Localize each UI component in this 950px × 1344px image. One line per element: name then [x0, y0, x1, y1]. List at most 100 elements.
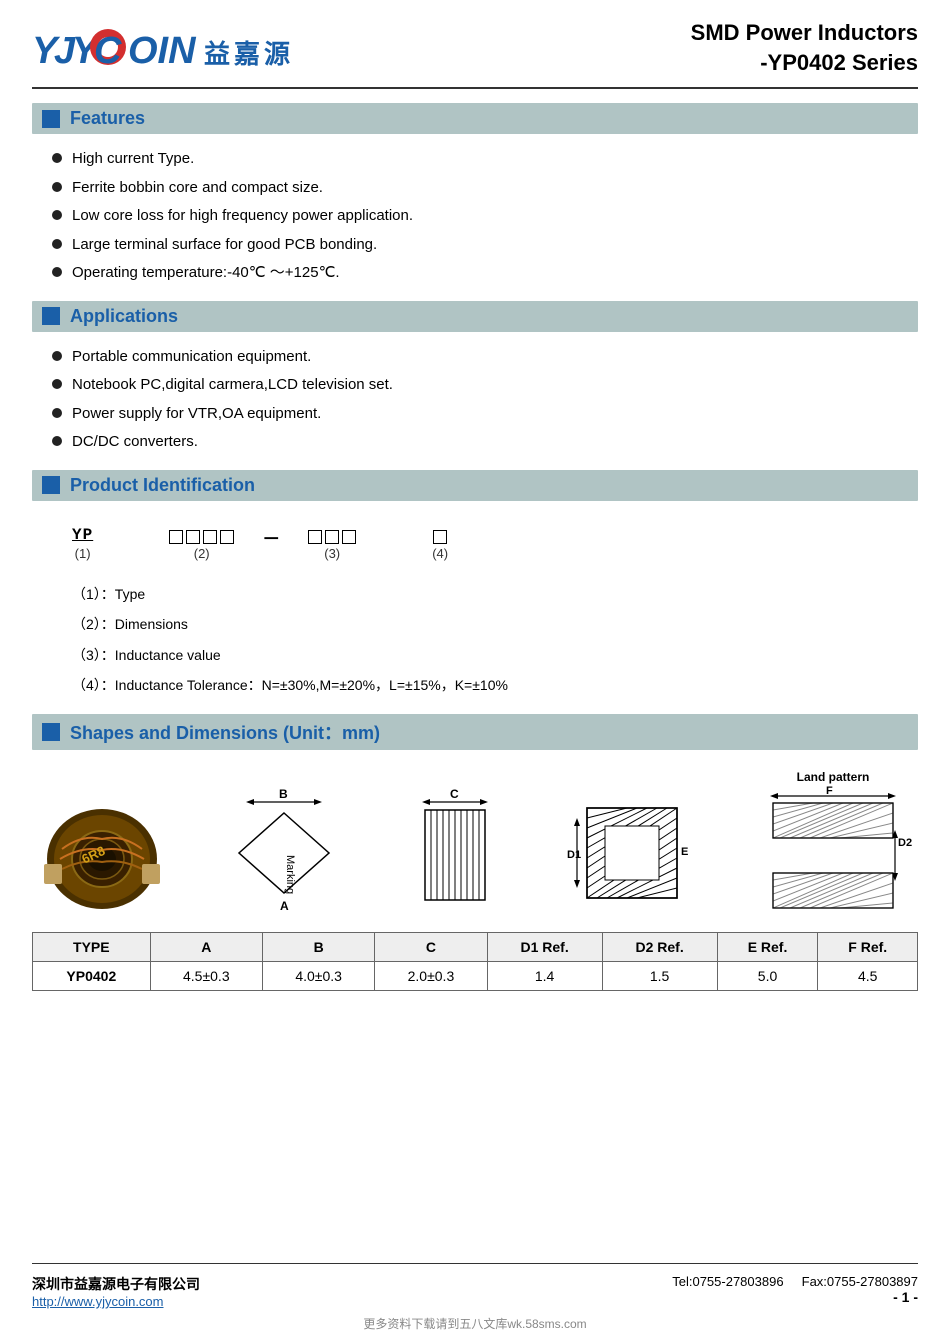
pid-part2: (2)	[169, 530, 234, 561]
part-number-descriptions: （1）：Type （2）：Dimensions （3）：Inductance v…	[72, 583, 918, 705]
pid-part3: (3)	[308, 530, 356, 561]
svg-text:E: E	[681, 846, 688, 858]
col-f: F Ref.	[818, 933, 918, 962]
cell-a: 4.5±0.3	[150, 962, 262, 991]
header-title: SMD Power Inductors -YP0402 Series	[691, 18, 918, 77]
footer-right: Tel:0755-27803896 Fax:0755-27803897 - 1 …	[672, 1274, 918, 1305]
bullet	[52, 210, 62, 220]
land-pattern-label: Land pattern	[758, 770, 908, 784]
cell-d1: 1.4	[487, 962, 602, 991]
col-e: E Ref.	[717, 933, 818, 962]
dimensions-table: TYPE A B C D1 Ref. D2 Ref. E Ref. F Ref.…	[32, 932, 918, 991]
title-line1: SMD Power Inductors	[691, 18, 918, 48]
footer-tel: Tel:0755-27803896	[672, 1274, 783, 1289]
feature-item-2: Ferrite bobbin core and compact size.	[52, 177, 918, 200]
svg-text:D2: D2	[898, 837, 912, 849]
page-footer: 深圳市益嘉源电子有限公司 http://www.yjycoin.com Tel:…	[32, 1263, 918, 1309]
feature-item-1: High current Type.	[52, 148, 918, 171]
bullet	[52, 436, 62, 446]
product-id-section-header: Product Identification	[32, 470, 918, 501]
bullet	[52, 267, 62, 277]
feature-item-5: Operating temperature:-40℃ ～+125℃.	[52, 262, 918, 285]
inductor-photo-svg: 6R8	[42, 804, 162, 914]
pid-part3-num: (3)	[324, 546, 340, 561]
app-item-4: DC/DC converters.	[52, 431, 918, 454]
footer-contact: Tel:0755-27803896 Fax:0755-27803897	[672, 1274, 918, 1289]
cell-b: 4.0±0.3	[262, 962, 374, 991]
cell-c: 2.0±0.3	[375, 962, 487, 991]
applications-section-header: Applications	[32, 301, 918, 332]
pid-dash: －	[262, 525, 280, 561]
pid-part2-num: (2)	[194, 546, 210, 561]
pid-part4: (4)	[432, 530, 448, 561]
page-number: - 1 -	[672, 1289, 918, 1305]
watermark: 更多资料下载请到五八文库wk.58sms.com	[32, 1309, 918, 1334]
applications-list: Portable communication equipment. Notebo…	[52, 346, 918, 460]
pid-box	[169, 530, 183, 544]
cross-section-svg: D1 E	[567, 788, 697, 918]
shapes-section-header: Shapes and Dimensions (Unit：mm)	[32, 714, 918, 750]
cell-f: 4.5	[818, 962, 918, 991]
title-line2: -YP0402 Series	[691, 48, 918, 78]
table-header-row: TYPE A B C D1 Ref. D2 Ref. E Ref. F Ref.	[33, 933, 918, 962]
cell-d2: 1.5	[602, 962, 717, 991]
pid-desc-3: （3）：Inductance value	[72, 644, 918, 666]
product-id-icon	[42, 476, 60, 494]
part-number-diagram: YP (1) (2) － (3)	[72, 525, 918, 561]
pid-box	[220, 530, 234, 544]
side-view-svg: C	[405, 788, 505, 918]
pid-boxes-1	[433, 530, 447, 544]
footer-fax: Fax:0755-27803897	[802, 1274, 918, 1289]
svg-text:益嘉源: 益嘉源	[204, 40, 294, 69]
pid-box	[325, 530, 339, 544]
svg-text:Marking: Marking	[284, 855, 296, 894]
side-view-container: C	[405, 788, 505, 918]
pid-box	[433, 530, 447, 544]
website-link[interactable]: http://www.yjycoin.com	[32, 1294, 200, 1309]
app-item-3: Power supply for VTR,OA equipment.	[52, 403, 918, 426]
col-type: TYPE	[33, 933, 151, 962]
svg-text:A: A	[280, 899, 289, 913]
bullet	[52, 239, 62, 249]
app-item-1: Portable communication equipment.	[52, 346, 918, 369]
col-a: A	[150, 933, 262, 962]
cross-section-container: D1 E	[567, 788, 697, 918]
pid-boxes-3	[308, 530, 356, 544]
pid-desc-2: （2）：Dimensions	[72, 613, 918, 635]
inductor-photo: 6R8	[42, 804, 162, 918]
applications-icon	[42, 307, 60, 325]
pid-yp-label: YP	[72, 526, 93, 544]
bullet	[52, 351, 62, 361]
bullet	[52, 408, 62, 418]
feature-item-3: Low core loss for high frequency power a…	[52, 205, 918, 228]
page-header: Y J Y C OIN 益嘉源 SMD Power Inductors -YP0…	[32, 18, 918, 89]
pid-desc-4: （4）：Inductance Tolerance：N=±30%,M=±20%，L…	[72, 674, 918, 696]
pid-part4-num: (4)	[432, 546, 448, 561]
cell-e: 5.0	[717, 962, 818, 991]
pid-yp-num: (1)	[75, 546, 91, 561]
shapes-title: Shapes and Dimensions (Unit：mm)	[70, 719, 380, 745]
features-title: Features	[70, 108, 145, 129]
top-view-svg: B Marking A	[224, 788, 344, 918]
pid-box	[203, 530, 217, 544]
land-pattern-container: Land pattern F	[758, 770, 908, 918]
col-c: C	[375, 933, 487, 962]
pid-box	[308, 530, 322, 544]
logo-svg: Y J Y C OIN 益嘉源	[32, 23, 262, 73]
col-b: B	[262, 933, 374, 962]
svg-text:OIN: OIN	[128, 30, 197, 72]
col-d1: D1 Ref.	[487, 933, 602, 962]
company-name: 深圳市益嘉源电子有限公司	[32, 1274, 200, 1294]
pid-boxes-4	[169, 530, 234, 544]
logo-area: Y J Y C OIN 益嘉源	[32, 23, 262, 73]
applications-title: Applications	[70, 306, 178, 327]
shapes-icon	[42, 723, 60, 741]
col-d2: D2 Ref.	[602, 933, 717, 962]
land-pattern-svg: F	[758, 788, 908, 918]
bullet	[52, 182, 62, 192]
shapes-diagrams: 6R8 B Marking A	[32, 770, 918, 918]
pid-desc-1: （1）：Type	[72, 583, 918, 605]
table-row: YP0402 4.5±0.3 4.0±0.3 2.0±0.3 1.4 1.5 5…	[33, 962, 918, 991]
features-section-header: Features	[32, 103, 918, 134]
pid-part1: YP (1)	[72, 526, 93, 561]
